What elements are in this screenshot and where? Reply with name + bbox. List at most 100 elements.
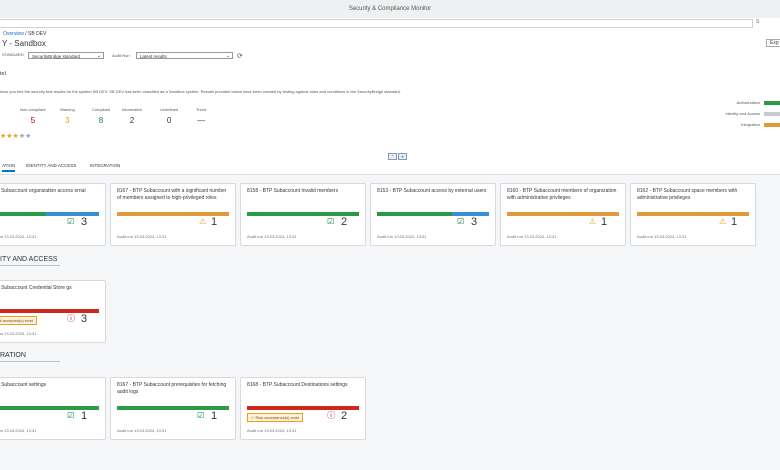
error-icon: ⓘ (327, 411, 335, 420)
window-title: Security & Compliance Monitor (348, 6, 432, 12)
check-tile[interactable]: - BTP Subaccount Credential Store gs ✓ ri… (0, 280, 106, 343)
section-title: tel (0, 71, 6, 77)
kpi-label: Information (122, 107, 143, 112)
legend-swatch (764, 112, 780, 116)
tab-integration[interactable]: INTEGRATION (90, 163, 120, 168)
audit-run-text: Audit run 13.03.2024, 13:31 (117, 234, 167, 239)
audit-run-text: Audit run 13.03.2024, 13:31 (117, 428, 167, 433)
group-divider (0, 265, 60, 266)
risk-acceptance-badge: ✓ risk accepted(s) exist (0, 316, 38, 325)
kpi-item[interactable]: Compliant 8 (92, 107, 110, 125)
kpi-label: Warning (60, 107, 75, 112)
tile-title: 8167 - BTP Subaccount prerequisites for … (117, 382, 227, 395)
breadcrumb-link-overview[interactable]: Overview (3, 31, 24, 37)
header-collapse-controls: ⌃ ⌖ (388, 153, 408, 160)
tile-title: 8153 - BTP Subaccount access by external… (377, 188, 487, 194)
page-title: Y - Sandbox (2, 39, 46, 48)
check-tile[interactable]: 8168 - BTP Subaccount Destinations setti… (240, 377, 366, 440)
tile-title: - BTP Subaccount organization access ern… (0, 188, 86, 194)
group-title-identity: ITY AND ACCESS (0, 256, 58, 263)
risk-acceptance-badge: ✓ Risk acceptance(s) exist (247, 413, 303, 422)
tile-title: 8162 - BTP Subaccount space members with… (637, 188, 738, 201)
kpi-value: 5 (30, 116, 36, 125)
audit-run-select[interactable]: Latest results ⌄ (136, 52, 233, 59)
tile-count: 3 (81, 313, 88, 325)
tab-bar: ATION IDENTITY AND ACCESS INTEGRATION (0, 159, 780, 175)
kpi-label: Undefined (160, 107, 179, 112)
tile-count: 1 (731, 216, 738, 228)
tile-count: 2 (341, 410, 348, 422)
audit-run-text: Audit run 13.03.2024, 13:31 (637, 234, 687, 239)
check-tile[interactable]: 8158 - BTP Subaccount Invalid members ☑ 2 A… (240, 183, 366, 246)
status-bar-segment (0, 212, 47, 216)
collapse-header-button[interactable]: ⌃ (388, 153, 398, 160)
standard-label: STANDARD (2, 52, 24, 57)
group-divider (0, 361, 60, 362)
breadcrumb-current: SB DEV (28, 31, 47, 37)
check-tile[interactable]: 8162 - BTP Subaccount space members with… (630, 183, 756, 246)
status-bar-segment (46, 212, 99, 216)
tile-title: 8158 - BTP Subaccount Invalid members (247, 188, 339, 194)
error-icon: ⓘ (67, 314, 75, 323)
window-title-bar: Security & Compliance Monitor (0, 0, 780, 19)
legend-label: Identity and Access (725, 111, 760, 116)
kpi-value: 8 (98, 116, 104, 125)
tile-title: 8160 - BTP Subaccount members of organiz… (507, 188, 617, 201)
legend-swatch (764, 101, 780, 105)
search-input[interactable] (0, 19, 753, 28)
refresh-icon[interactable]: ⟳ (237, 52, 243, 60)
check-tile[interactable]: 8167 - BTP Subaccount prerequisites for … (110, 377, 236, 440)
audit-run-label: Audit Run (112, 53, 130, 58)
kpi-item[interactable]: Information 2 (122, 107, 142, 125)
rating-stars: ★★★★★ (0, 133, 32, 140)
tab-identity-access[interactable]: IDENTITY AND ACCESS (26, 163, 76, 168)
chevron-down-icon: ⌄ (225, 53, 230, 59)
kpi-item[interactable]: Warning 3 (60, 107, 75, 125)
export-button[interactable]: Exp (766, 39, 780, 47)
kpi-label: Compliant (92, 107, 111, 112)
audit-run-text: Audit run 13.03.2024, 13:31 (0, 428, 37, 433)
audit-run-text: Audit run 13.03.2024, 13:31 (247, 234, 297, 239)
audit-run-text: Audit run 13.03.2024, 13:31 (0, 331, 37, 336)
audit-run-text: Audit run 13.03.2024, 13:31 (377, 234, 427, 239)
check-tile[interactable]: 8160 - BTP Subaccount members of organiz… (500, 183, 626, 246)
tile-count: 3 (471, 216, 478, 228)
warning-icon: ⚠ (719, 217, 727, 226)
check-tile[interactable]: - BTP Subaccount settings ☑ 1 Audit run 13.… (0, 377, 106, 440)
kpi-label: Non compliant (20, 107, 46, 112)
kpi-item[interactable]: Undefined 0 (160, 107, 178, 125)
tile-count: 2 (341, 216, 348, 228)
check-tile[interactable]: 8153 - BTP Subaccount access by external… (370, 183, 496, 246)
tab-authorization[interactable]: ATION (2, 163, 16, 172)
checkbox-icon: ☑ (457, 217, 465, 226)
check-tile[interactable]: 8167 - BTP Subaccount with a significant… (110, 183, 236, 246)
chevron-down-icon: ⌄ (96, 53, 101, 59)
legend-label: Authorization (736, 100, 760, 105)
tile-title: 8167 - BTP Subaccount with a significant… (117, 188, 227, 201)
tile-count: 1 (81, 410, 88, 422)
audit-run-text: Audit run 13.03.2024, 13:31 (507, 234, 557, 239)
legend-label: Integration (741, 122, 760, 127)
pin-header-button[interactable]: ⌖ (398, 153, 407, 160)
tile-title: - BTP Subaccount settings (0, 382, 47, 388)
legend-swatch (764, 123, 780, 127)
group-title-integration: RATION (0, 352, 26, 359)
audit-run-text: Audit run 13.03.2024, 13:31 (0, 234, 37, 239)
kpi-item[interactable]: Trend — (196, 107, 206, 125)
tile-count: 1 (601, 216, 608, 228)
tile-title: 8168 - BTP Subaccount Destinations setti… (247, 382, 348, 388)
kpi-value: 0 (166, 116, 172, 125)
tile-count: 3 (81, 216, 88, 228)
tile-count: 1 (211, 216, 218, 228)
search-icon[interactable]: S (756, 19, 759, 25)
checkbox-icon: ☑ (67, 217, 75, 226)
breadcrumb: Overview / SB DEV (3, 31, 47, 37)
kpi-value: — (197, 116, 206, 125)
checkbox-icon: ☑ (197, 411, 205, 420)
kpi-item[interactable]: Non compliant 5 (20, 107, 46, 125)
checkbox-icon: ☑ (67, 411, 75, 420)
check-tile[interactable]: - BTP Subaccount organization access ern… (0, 183, 106, 246)
status-bar-segment (377, 212, 453, 216)
audit-run-text: Audit run 13.03.2024, 13:31 (247, 428, 297, 433)
standard-select[interactable]: SecurityBridge standard ⌄ (28, 52, 104, 59)
